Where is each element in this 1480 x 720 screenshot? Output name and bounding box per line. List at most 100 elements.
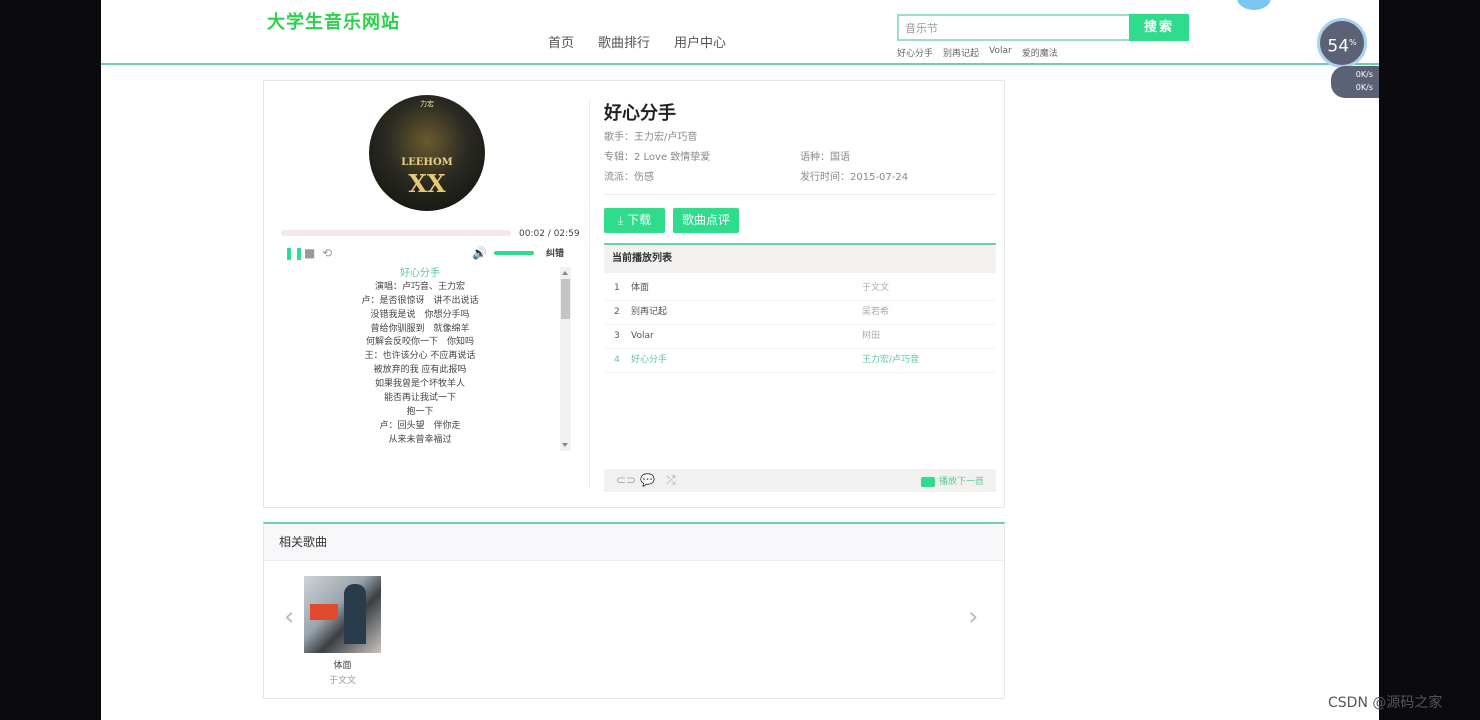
lyric-line: 王：也许该分心 不应再说话: [364, 351, 476, 362]
related-song-artist[interactable]: 于文文: [304, 673, 381, 686]
network-speed-widget[interactable]: 54% 0K/s 0K/s: [1317, 18, 1379, 100]
volume-slider[interactable]: [494, 251, 534, 255]
playlist-row[interactable]: 2 别再记起 吴若希: [604, 300, 996, 325]
related-song-cover[interactable]: [304, 576, 381, 653]
cover-person: [344, 584, 366, 644]
row-song[interactable]: 好心分手: [631, 348, 667, 372]
row-song[interactable]: 体面: [631, 276, 649, 300]
cover-text-big: XX: [408, 169, 446, 198]
speed-panel: 0K/s 0K/s: [1331, 66, 1379, 98]
prev-arrow-icon[interactable]: ‹: [284, 602, 294, 632]
related-songs: 相关歌曲 ‹ › 体面 于文文: [263, 522, 1005, 699]
lyric-line: 被放弃的我 应有此报吗: [373, 365, 467, 376]
download-button[interactable]: ⤓ 下载: [604, 208, 665, 233]
song-release-date: 发行时间：2015-07-24: [800, 168, 908, 183]
download-label: 下载: [627, 213, 652, 227]
loop-icon[interactable]: ⟲: [322, 246, 332, 260]
row-artist[interactable]: 树田: [862, 324, 880, 348]
column-divider: [589, 99, 590, 489]
scroll-down-icon[interactable]: [562, 443, 568, 447]
scroll-thumb[interactable]: [561, 279, 570, 319]
lyric-line: 演唱：卢巧音、王力宏: [374, 281, 465, 292]
nav-ranking[interactable]: 歌曲排行: [598, 32, 650, 51]
search-button[interactable]: 搜索: [1129, 14, 1189, 41]
stop-icon[interactable]: ■: [304, 246, 315, 260]
lyric-line: 曾给你驯服到 就像绵羊: [370, 323, 470, 334]
speed-percent: 54: [1327, 36, 1350, 57]
hot-keywords: 好心分手 别再记起 Volar 爱的魔法: [897, 46, 1058, 59]
lyric-line: 卢：回头望 伴你走: [379, 420, 461, 431]
lyrics-scrollbar[interactable]: [560, 267, 571, 451]
play-time: 00:02 / 02:59: [519, 229, 580, 239]
current-playlist: 当前播放列表 1 体面 于文文 2 别再记起 吴若希 3 Volar 树田 4 …: [604, 243, 996, 473]
main-nav: 首页 歌曲排行 用户中心: [548, 32, 726, 51]
cover-text-mid: LEEHOM: [401, 157, 453, 168]
music-page: 大学生音乐网站 首页 歌曲排行 用户中心 搜索 好心分手 别再记起 Volar …: [101, 0, 1379, 720]
album-label: 专辑：: [604, 152, 634, 163]
search-input[interactable]: [897, 14, 1137, 41]
song-singer: 歌手：王力宏/卢巧音: [604, 128, 697, 143]
language-value: 国语: [830, 152, 850, 163]
lyric-line: 从来未曾幸福过: [388, 434, 452, 445]
genre-label: 流派：: [604, 172, 634, 183]
play-next-label: 播放下一首: [938, 477, 984, 487]
row-number: 4: [614, 355, 620, 365]
volume-icon[interactable]: 🔊: [472, 246, 487, 260]
row-artist[interactable]: 王力宏/卢巧音: [862, 348, 919, 372]
percent-sign: %: [1349, 38, 1357, 47]
lyric-line: 抱一下: [406, 406, 434, 417]
lyric-line: 何解会反咬你一下 你知吗: [365, 337, 474, 348]
next-arrow-icon[interactable]: ›: [968, 602, 978, 632]
speed-percent-circle: 54%: [1317, 18, 1367, 68]
singer-label: 歌手：: [604, 132, 634, 143]
song-language: 语种：国语: [800, 148, 850, 163]
row-number: 2: [614, 307, 620, 317]
hot-keyword[interactable]: 别再记起: [943, 46, 979, 59]
site-logo[interactable]: 大学生音乐网站: [267, 8, 400, 34]
pause-icon[interactable]: ❚❚: [284, 246, 304, 260]
playlist-row[interactable]: 1 体面 于文文: [604, 276, 996, 301]
shuffle-icon[interactable]: ⤮: [666, 473, 676, 488]
song-album: 专辑：2 Love 致情挚爱: [604, 148, 710, 163]
lyric-line: 卢：是否很惊讶 讲不出说话: [361, 295, 479, 306]
lyric-line: 没错我是说 你想分手吗: [370, 309, 470, 320]
error-report-button[interactable]: 纠错: [546, 246, 564, 259]
comment-button[interactable]: 歌曲点评: [673, 208, 739, 233]
language-label: 语种：: [800, 152, 830, 163]
lyrics-panel[interactable]: 好心分手 演唱：卢巧音、王力宏 卢：是否很惊讶 讲不出说话 没错我是说 你想分手…: [281, 267, 571, 451]
upload-speed: 0K/s: [1355, 70, 1373, 79]
lyric-line: 能否再让我试一下: [383, 393, 456, 404]
playlist-row-active[interactable]: 4 好心分手 王力宏/卢巧音: [604, 348, 996, 373]
nav-user-center[interactable]: 用户中心: [674, 32, 726, 51]
comment-icon[interactable]: 💬: [640, 473, 655, 487]
album-value: 2 Love 致情挚爱: [634, 152, 711, 163]
singer-value[interactable]: 王力宏/卢巧音: [634, 132, 697, 143]
progress-bar[interactable]: [281, 230, 511, 236]
row-number: 3: [614, 331, 620, 341]
playlist-title: 当前播放列表: [604, 243, 996, 273]
row-number: 1: [614, 283, 620, 293]
lyric-line: 好心分手: [400, 268, 440, 279]
floating-ball[interactable]: [1237, 0, 1271, 10]
related-song-name[interactable]: 体面: [304, 658, 381, 671]
loop-mode-icon[interactable]: ⊂⊃: [616, 473, 636, 487]
scroll-up-icon[interactable]: [562, 271, 568, 275]
date-value: 2015-07-24: [850, 172, 909, 183]
play-next-icon: [920, 476, 935, 487]
nav-home[interactable]: 首页: [548, 32, 574, 51]
row-artist[interactable]: 于文文: [862, 276, 889, 300]
related-title: 相关歌曲: [264, 524, 1004, 561]
album-cover: 力宏 LEEHOM XX: [369, 95, 485, 211]
row-artist[interactable]: 吴若希: [862, 300, 889, 324]
lyric-line: 如果我曾是个坏牧羊人: [374, 379, 465, 390]
play-next-button[interactable]: 播放下一首: [920, 474, 984, 487]
playlist-toolbar: ⊂⊃ 💬 ⤮ 播放下一首: [604, 469, 996, 492]
song-detail-card: 力宏 LEEHOM XX 00:02 / 02:59 ❚❚ ■ ⟲ 🔊 纠错 好…: [263, 80, 1005, 508]
hot-keyword[interactable]: Volar: [989, 46, 1012, 59]
hot-keyword[interactable]: 爱的魔法: [1022, 46, 1058, 59]
watermark: CSDN @源码之家: [1328, 695, 1443, 711]
playlist-row[interactable]: 3 Volar 树田: [604, 324, 996, 349]
hot-keyword[interactable]: 好心分手: [897, 46, 933, 59]
row-song[interactable]: Volar: [631, 324, 654, 348]
row-song[interactable]: 别再记起: [631, 300, 667, 324]
